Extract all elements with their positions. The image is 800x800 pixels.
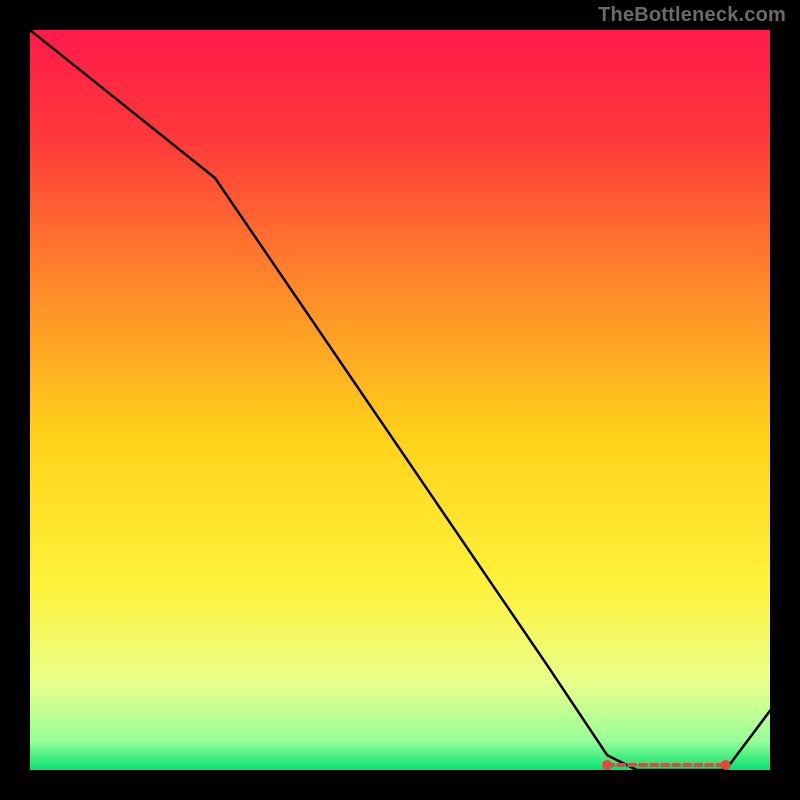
chart-svg [30, 30, 770, 770]
watermark-text: TheBottleneck.com [598, 4, 786, 27]
gradient-background [30, 30, 770, 770]
chart-container: TheBottleneck.com [0, 0, 800, 800]
plot-area [30, 30, 770, 770]
